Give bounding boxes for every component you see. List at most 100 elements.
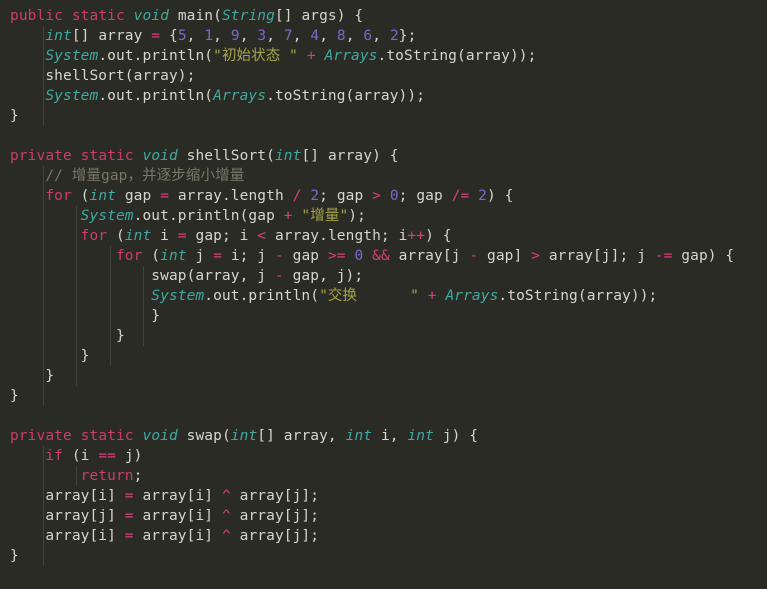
code-line[interactable] <box>0 126 767 146</box>
token-op: = <box>124 488 134 504</box>
token-num: 9 <box>230 28 240 44</box>
token-kw: for <box>45 188 72 204</box>
code-editor-surface[interactable]: public static void main(String[] args) {… <box>0 0 767 589</box>
code-line[interactable]: private static void shellSort(int[] arra… <box>0 146 767 166</box>
code-line[interactable]: for (int i = gap; i < array.length; i++)… <box>0 226 767 246</box>
token-brace: } <box>10 388 19 404</box>
token-op: == <box>98 448 116 464</box>
token-plain: [] array, <box>257 428 346 444</box>
code-line[interactable]: System.out.println(gap + "增量"); <box>0 206 767 226</box>
token-type: void <box>142 148 178 164</box>
token-brace: } <box>151 308 161 324</box>
token-op: /= <box>451 188 470 204</box>
code-line[interactable]: return; <box>0 466 767 486</box>
token-op: ^ <box>221 488 231 504</box>
token-plain: ) { <box>487 188 514 204</box>
token-type: int <box>407 428 434 444</box>
code-line[interactable]: System.out.println("初始状态 " + Arrays.toSt… <box>0 46 767 66</box>
code-line[interactable]: for (int j = i; j - gap >= 0 && array[j … <box>0 246 767 266</box>
token-plain: .out.println(gap <box>133 208 284 224</box>
token-plain: ; gap <box>398 188 452 204</box>
token-op: < <box>257 228 267 244</box>
code-lines-container[interactable]: public static void main(String[] args) {… <box>0 6 767 566</box>
code-line[interactable]: } <box>0 326 767 346</box>
token-kw: private <box>10 428 72 444</box>
token-kw: static <box>80 148 134 164</box>
token-brace: } <box>80 348 90 364</box>
code-line[interactable]: } <box>0 546 767 566</box>
code-line[interactable]: array[i] = array[i] ^ array[j]; <box>0 486 767 506</box>
token-plain: gap; i <box>186 228 258 244</box>
token-cls: System <box>151 288 205 304</box>
code-line[interactable]: } <box>0 346 767 366</box>
code-line[interactable]: public static void main(String[] args) { <box>0 6 767 26</box>
code-line[interactable]: // 增量gap，并逐步缩小增量 <box>0 166 767 186</box>
token-cls: System <box>45 48 99 64</box>
code-line[interactable]: } <box>0 386 767 406</box>
token-kw: private <box>10 148 72 164</box>
token-kw: static <box>71 8 125 24</box>
token-op: = <box>124 528 134 544</box>
code-line[interactable]: System.out.println(Arrays.toString(array… <box>0 86 767 106</box>
token-plain: gap) { <box>672 248 735 264</box>
code-line[interactable]: array[j] = array[i] ^ array[j]; <box>0 506 767 526</box>
code-line[interactable]: shellSort(array); <box>0 66 767 86</box>
token-plain: ; gap <box>319 188 373 204</box>
code-line[interactable]: } <box>0 366 767 386</box>
token-plain: , <box>319 28 337 44</box>
code-line[interactable]: if (i == j) <box>0 446 767 466</box>
token-cls: String <box>221 8 275 24</box>
token-kw: return <box>80 468 134 484</box>
token-op: = <box>160 188 169 204</box>
token-num: 0 <box>389 188 399 204</box>
token-plain: , <box>239 28 258 44</box>
token-plain: , <box>372 28 390 44</box>
token-plain: i, <box>372 428 408 444</box>
token-plain: gap] <box>478 248 532 264</box>
code-line[interactable]: int[] array = {5, 1, 9, 3, 7, 4, 8, 6, 2… <box>0 26 767 46</box>
token-plain: ( <box>71 188 90 204</box>
token-op: > <box>531 248 540 264</box>
token-num: 0 <box>354 248 364 264</box>
code-line[interactable]: System.out.println("交换 " + Arrays.toStri… <box>0 286 767 306</box>
token-num: 8 <box>336 28 346 44</box>
code-line[interactable]: } <box>0 306 767 326</box>
token-plain: array[j]; <box>230 488 320 504</box>
code-line[interactable] <box>0 406 767 426</box>
code-line[interactable]: swap(array, j - gap, j); <box>0 266 767 286</box>
token-type: int <box>45 28 72 44</box>
token-cls: System <box>80 208 134 224</box>
code-line[interactable]: private static void swap(int[] array, in… <box>0 426 767 446</box>
token-plain: ) { <box>425 228 452 244</box>
token-plain: swap( <box>177 428 231 444</box>
token-op: ^ <box>221 528 231 544</box>
code-line[interactable]: for (int gap = array.length / 2; gap > 0… <box>0 186 767 206</box>
token-plain: .out.println( <box>98 48 214 64</box>
token-plain: .toString(array)); <box>498 288 658 304</box>
token-num: 5 <box>177 28 187 44</box>
token-cls: Arrays <box>445 288 499 304</box>
token-plain: i; j <box>221 248 275 264</box>
code-line[interactable]: array[i] = array[i] ^ array[j]; <box>0 526 767 546</box>
code-line[interactable]: } <box>0 106 767 126</box>
token-plain: gap <box>283 248 328 264</box>
token-kw: for <box>115 248 143 264</box>
token-str: "增量" <box>301 208 349 224</box>
token-cls: Arrays <box>213 88 267 104</box>
